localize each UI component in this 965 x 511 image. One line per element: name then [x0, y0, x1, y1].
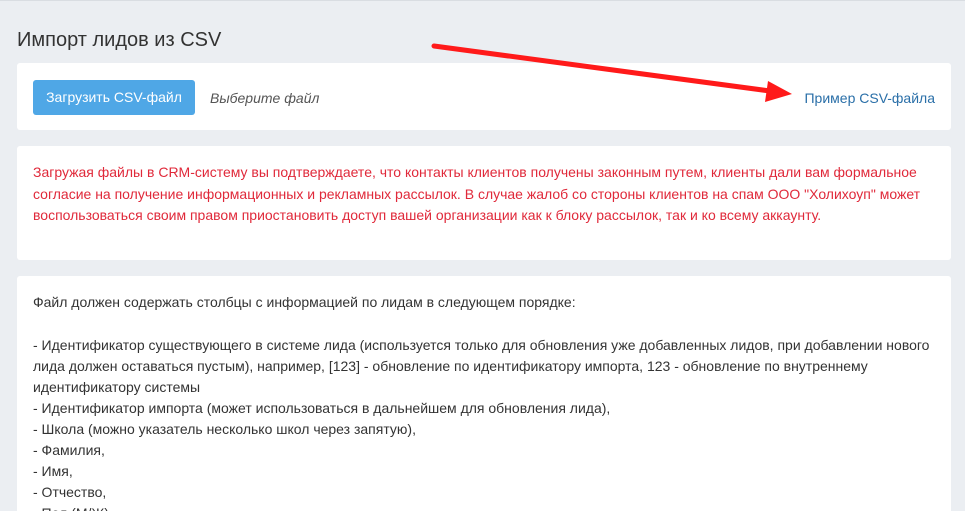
- sample-csv-link[interactable]: Пример CSV-файла: [804, 88, 935, 108]
- list-item: - Идентификатор существующего в системе …: [33, 337, 930, 395]
- list-item: - Школа (можно указатель несколько школ …: [33, 421, 416, 437]
- list-item: - Идентификатор импорта (может использов…: [33, 400, 611, 416]
- upload-panel: Загрузить CSV-файл Выберите файл Пример …: [17, 63, 951, 130]
- list-item: - Пол (М/Ж),: [33, 503, 935, 511]
- warning-panel: Загружая файлы в CRM-систему вы подтверж…: [17, 146, 951, 260]
- warning-text: Загружая файлы в CRM-систему вы подтверж…: [33, 164, 921, 223]
- page-title: Импорт лидов из CSV: [17, 29, 222, 51]
- list-item: - Имя,: [33, 463, 73, 479]
- info-panel: Файл должен содержать столбцы с информац…: [17, 276, 951, 511]
- list-item: - Фамилия,: [33, 442, 105, 458]
- page: Импорт лидов из CSV Загрузить CSV-файл В…: [0, 0, 965, 511]
- info-intro: Файл должен содержать столбцы с информац…: [33, 294, 576, 310]
- file-hint: Выберите файл: [210, 90, 320, 106]
- column-list: - Идентификатор существующего в системе …: [33, 335, 935, 511]
- list-item: - Отчество,: [33, 484, 107, 500]
- upload-csv-button[interactable]: Загрузить CSV-файл: [33, 80, 195, 115]
